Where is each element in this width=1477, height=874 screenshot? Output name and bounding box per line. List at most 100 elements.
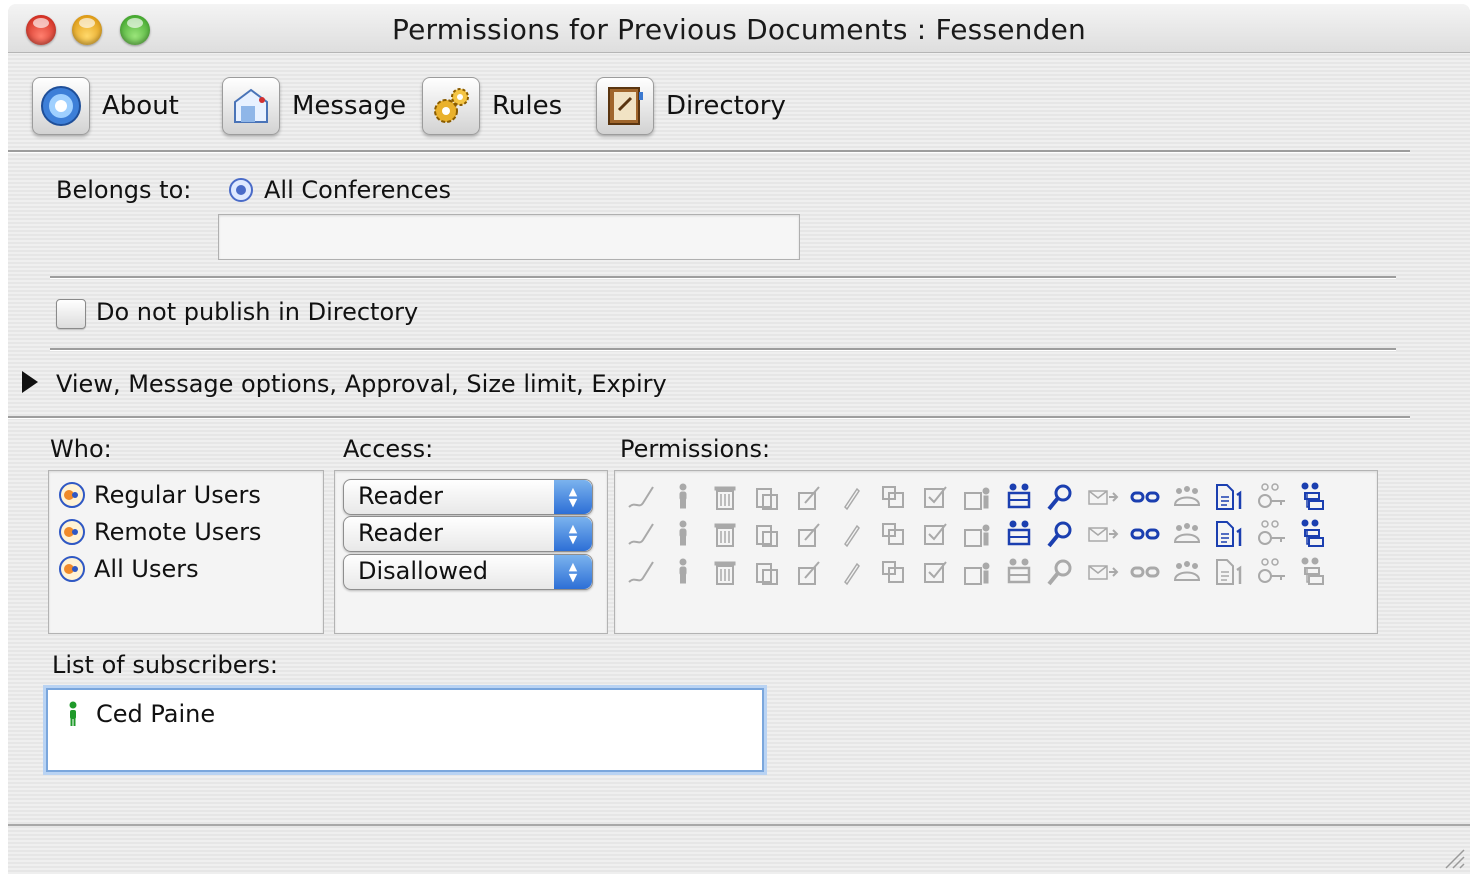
search-icon[interactable] xyxy=(1040,516,1082,552)
directory-book-icon xyxy=(596,77,654,135)
members-icon[interactable] xyxy=(1166,554,1208,590)
sign-icon[interactable] xyxy=(620,554,662,590)
popup-arrows-icon: ▲ ▼ xyxy=(554,517,592,551)
pencil-icon[interactable] xyxy=(830,479,872,515)
keys-icon[interactable] xyxy=(1250,479,1292,515)
hierarchy-icon[interactable] xyxy=(1292,516,1334,552)
group-icon[interactable] xyxy=(998,554,1040,590)
do-not-publish-checkbox[interactable] xyxy=(56,299,86,329)
keys-icon[interactable] xyxy=(1250,516,1292,552)
who-item-regular-users[interactable]: Regular Users xyxy=(58,478,261,512)
who-item-label: All Users xyxy=(94,555,199,583)
search-icon[interactable] xyxy=(1040,554,1082,590)
hierarchy-icon[interactable] xyxy=(1292,554,1334,590)
copy-icon[interactable] xyxy=(746,554,788,590)
rules-gear-icon xyxy=(422,77,480,135)
user-group-icon xyxy=(59,556,85,582)
who-item-label: Regular Users xyxy=(94,481,261,509)
link-icon[interactable] xyxy=(1124,554,1166,590)
duplicate-icon[interactable] xyxy=(872,516,914,552)
hierarchy-icon[interactable] xyxy=(1292,479,1334,515)
pencil-icon[interactable] xyxy=(830,516,872,552)
document-number-icon[interactable] xyxy=(1208,554,1250,590)
access-popup-all-users[interactable]: Disallowed ▲ ▼ xyxy=(343,554,593,590)
separator-2 xyxy=(50,348,1396,351)
checkbox-icon[interactable] xyxy=(914,516,956,552)
sign-icon[interactable] xyxy=(620,479,662,515)
link-icon[interactable] xyxy=(1124,479,1166,515)
search-icon[interactable] xyxy=(1040,479,1082,515)
person-icon[interactable] xyxy=(662,516,704,552)
trash-icon[interactable] xyxy=(704,554,746,590)
message-button[interactable]: Message xyxy=(222,74,406,138)
edit-icon[interactable] xyxy=(788,554,830,590)
members-icon[interactable] xyxy=(1166,479,1208,515)
subscribers-list[interactable]: Ced Paine xyxy=(46,688,764,772)
person-icon[interactable] xyxy=(662,554,704,590)
subscribers-label: List of subscribers: xyxy=(52,651,278,679)
belongs-to-field[interactable] xyxy=(218,214,800,260)
checkbox-icon[interactable] xyxy=(914,479,956,515)
disclosure-triangle-icon[interactable] xyxy=(22,371,38,393)
group-icon[interactable] xyxy=(998,516,1040,552)
disclosure-label[interactable]: View, Message options, Approval, Size li… xyxy=(56,370,667,398)
title-bar[interactable]: Permissions for Previous Documents : Fes… xyxy=(8,4,1470,53)
belongs-to-label: Belongs to: xyxy=(56,176,192,204)
keys-icon[interactable] xyxy=(1250,554,1292,590)
forward-mail-icon[interactable] xyxy=(1082,479,1124,515)
delete-people-icon[interactable] xyxy=(956,479,998,515)
subscriber-item[interactable]: Ced Paine xyxy=(64,700,215,728)
copy-icon[interactable] xyxy=(746,516,788,552)
directory-label: Directory xyxy=(666,91,786,121)
access-popup-regular-users[interactable]: Reader ▲ ▼ xyxy=(343,479,593,515)
person-icon xyxy=(69,701,77,726)
window-title: Permissions for Previous Documents : Fes… xyxy=(392,13,1086,46)
access-popup-value: Disallowed xyxy=(358,557,489,585)
sign-icon[interactable] xyxy=(620,516,662,552)
permission-row-remote-users xyxy=(620,515,1334,553)
document-number-icon[interactable] xyxy=(1208,516,1250,552)
rules-button[interactable]: Rules xyxy=(422,74,562,138)
forward-mail-icon[interactable] xyxy=(1082,554,1124,590)
who-item-remote-users[interactable]: Remote Users xyxy=(58,515,261,549)
duplicate-icon[interactable] xyxy=(872,479,914,515)
resize-grip-icon[interactable] xyxy=(1440,844,1466,870)
trash-icon[interactable] xyxy=(704,479,746,515)
user-group-icon xyxy=(59,519,85,545)
directory-button[interactable]: Directory xyxy=(596,74,786,138)
copy-icon[interactable] xyxy=(746,479,788,515)
separator-3 xyxy=(8,416,1410,419)
forward-mail-icon[interactable] xyxy=(1082,516,1124,552)
link-icon[interactable] xyxy=(1124,516,1166,552)
permissions-label: Permissions: xyxy=(620,435,771,463)
checkbox-icon[interactable] xyxy=(914,554,956,590)
group-icon[interactable] xyxy=(998,479,1040,515)
do-not-publish-label[interactable]: Do not publish in Directory xyxy=(96,298,418,326)
rules-label: Rules xyxy=(492,91,563,121)
belongs-to-value-text: All Conferences xyxy=(264,176,452,204)
about-button[interactable]: About xyxy=(32,74,179,138)
permissions-window: Permissions for Previous Documents : Fes… xyxy=(8,4,1470,874)
document-number-icon[interactable] xyxy=(1208,479,1250,515)
who-item-label: Remote Users xyxy=(94,518,262,546)
popup-arrows-icon: ▲ ▼ xyxy=(554,480,592,514)
edit-icon[interactable] xyxy=(788,516,830,552)
who-item-all-users[interactable]: All Users xyxy=(58,552,199,586)
access-popup-remote-users[interactable]: Reader ▲ ▼ xyxy=(343,516,593,552)
pencil-icon[interactable] xyxy=(830,554,872,590)
subscriber-name: Ced Paine xyxy=(96,700,216,728)
person-icon[interactable] xyxy=(662,479,704,515)
trash-icon[interactable] xyxy=(704,516,746,552)
separator-1 xyxy=(50,276,1396,279)
members-icon[interactable] xyxy=(1166,516,1208,552)
delete-people-icon[interactable] xyxy=(956,554,998,590)
duplicate-icon[interactable] xyxy=(872,554,914,590)
delete-people-icon[interactable] xyxy=(956,516,998,552)
permission-row-all-users xyxy=(620,553,1334,591)
about-icon xyxy=(32,77,90,135)
edit-icon[interactable] xyxy=(788,479,830,515)
permission-row-regular-users xyxy=(620,478,1334,516)
toolbar-separator xyxy=(8,150,1410,153)
about-label: About xyxy=(102,91,179,121)
access-label: Access: xyxy=(343,435,434,463)
